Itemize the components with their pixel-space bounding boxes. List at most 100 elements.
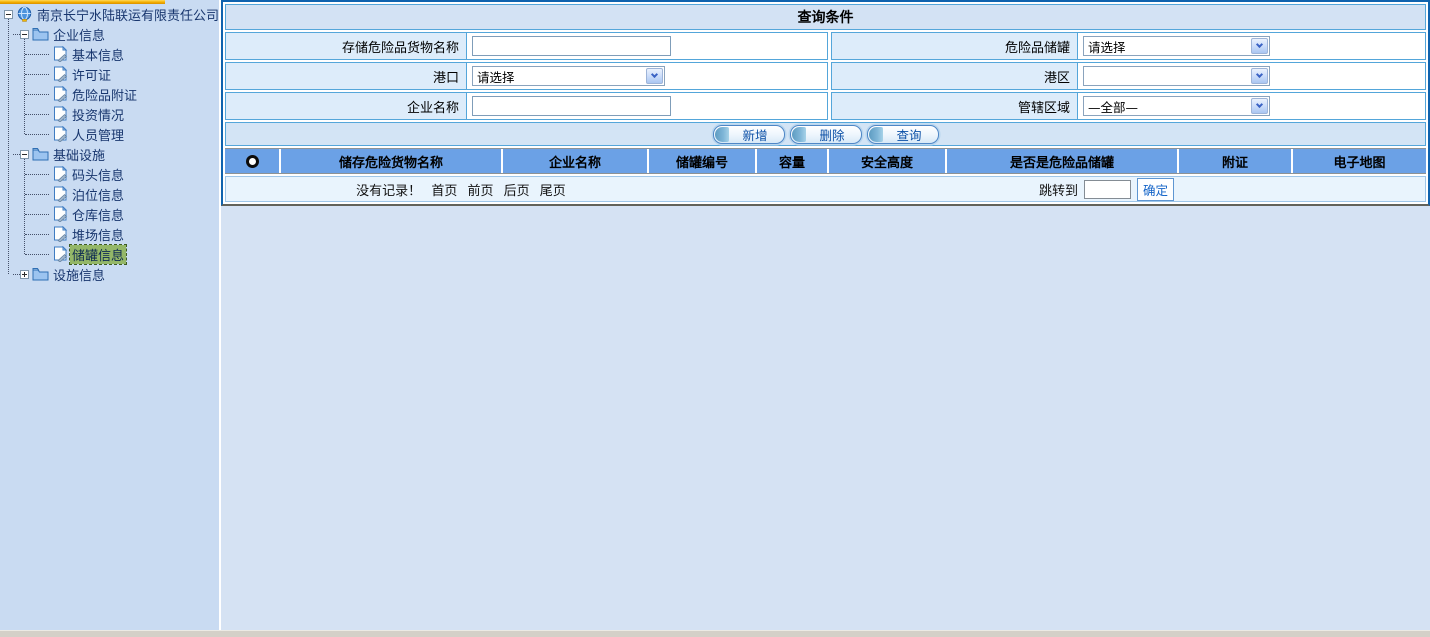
column-header-cargo-name: 储存危险货物名称	[281, 149, 503, 173]
form-input-cell: 请选择	[1078, 33, 1425, 59]
form-cell-group: 企业名称	[225, 92, 828, 120]
sidebar-item-tank-info[interactable]: 储罐信息	[70, 245, 126, 264]
button-accent-block	[792, 127, 806, 142]
org-tree: 南京长宁水陆联运有限责任公司 企业信息 基本信息	[0, 0, 219, 284]
form-cell-group: 港区	[831, 62, 1426, 90]
tank-select-value: 请选择	[1088, 37, 1126, 56]
search-button-label: 查询	[896, 125, 921, 144]
tank-select[interactable]: 请选择	[1083, 36, 1270, 56]
page-title: 查询条件	[798, 7, 854, 27]
sidebar-item-dangerous-goods-cert[interactable]: 危险品附证	[70, 85, 139, 104]
button-accent-block	[715, 127, 729, 142]
tree-leaf-row: 危险品附证	[0, 84, 219, 104]
document-icon	[53, 246, 68, 262]
jump-to-page-group: 跳转到 确定	[1039, 178, 1174, 201]
form-row: 港口 请选择 港区	[225, 62, 1426, 90]
prev-page-link[interactable]: 前页	[467, 184, 493, 199]
folder-icon	[32, 147, 49, 161]
chevron-down-icon[interactable]	[1251, 68, 1268, 84]
next-page-link[interactable]: 后页	[504, 184, 530, 199]
jump-page-input[interactable]	[1084, 180, 1131, 199]
region-select[interactable]: —全部—	[1083, 96, 1270, 116]
sidebar-item-personnel[interactable]: 人员管理	[70, 125, 126, 144]
company-name-input[interactable]	[472, 96, 671, 116]
chevron-down-icon[interactable]	[1251, 38, 1268, 54]
tree-group-row: 设施信息	[0, 264, 219, 284]
add-button[interactable]: 新增	[713, 125, 785, 144]
collapse-minus-icon[interactable]	[20, 30, 29, 39]
port-select[interactable]: 请选择	[472, 66, 665, 86]
select-all-column-header[interactable]	[225, 149, 281, 173]
sidebar-item-infrastructure[interactable]: 基础设施	[51, 145, 107, 164]
form-row: 企业名称 管辖区域 —全部—	[225, 92, 1426, 120]
sidebar-item-license[interactable]: 许可证	[70, 65, 113, 84]
sidebar-item-wharf-info[interactable]: 码头信息	[70, 165, 126, 184]
tree-leaf-row: 码头信息	[0, 164, 219, 184]
globe-icon	[16, 6, 33, 23]
form-input-cell	[1078, 63, 1425, 89]
sidebar-item-investment[interactable]: 投资情况	[70, 105, 126, 124]
document-icon	[53, 86, 68, 102]
form-cell-group: 管辖区域 —全部—	[831, 92, 1426, 120]
column-header-tank-number: 储罐编号	[649, 149, 757, 173]
port-label: 港口	[226, 63, 467, 89]
button-accent-block	[869, 127, 883, 142]
first-page-link[interactable]: 首页	[431, 184, 457, 199]
add-button-label: 新增	[742, 125, 767, 144]
sidebar-item-berth-info[interactable]: 泊位信息	[70, 185, 126, 204]
column-header-emap: 电子地图	[1293, 149, 1426, 173]
document-icon	[53, 166, 68, 182]
port-area-select[interactable]	[1083, 66, 1270, 86]
document-icon	[53, 206, 68, 222]
tree-leaf-row: 投资情况	[0, 104, 219, 124]
form-cell-group: 存储危险品货物名称	[225, 32, 828, 60]
collapse-minus-icon[interactable]	[20, 150, 29, 159]
port-select-value: 请选择	[477, 67, 515, 86]
sidebar-item-basic-info[interactable]: 基本信息	[70, 45, 126, 64]
delete-button[interactable]: 删除	[790, 125, 862, 144]
form-input-cell	[467, 93, 827, 119]
action-button-bar: 新增 删除 查询	[225, 122, 1426, 146]
document-icon	[53, 106, 68, 122]
jump-to-label: 跳转到	[1039, 180, 1078, 199]
form-input-cell: —全部—	[1078, 93, 1425, 119]
document-icon	[53, 226, 68, 242]
gold-accent-strip	[0, 0, 165, 4]
tree-group-row: 基础设施	[0, 144, 219, 164]
chevron-down-icon[interactable]	[646, 68, 663, 84]
document-icon	[53, 186, 68, 202]
sidebar-item-facility-info[interactable]: 设施信息	[51, 265, 107, 284]
form-input-cell	[467, 33, 827, 59]
region-select-value: —全部—	[1088, 97, 1138, 116]
confirm-button[interactable]: 确定	[1137, 178, 1174, 201]
tree-leaf-row: 仓库信息	[0, 204, 219, 224]
query-panel: 查询条件 存储危险品货物名称 危险品储罐 请选择 港口 请选择	[221, 0, 1430, 206]
tree-group-row: 企业信息	[0, 24, 219, 44]
search-button[interactable]: 查询	[867, 125, 939, 144]
horizontal-scrollbar-track[interactable]	[0, 630, 1430, 637]
delete-button-label: 删除	[819, 125, 844, 144]
tree-leaf-row: 泊位信息	[0, 184, 219, 204]
navigation-sidebar: 南京长宁水陆联运有限责任公司 企业信息 基本信息	[0, 0, 219, 630]
form-cell-group: 危险品储罐 请选择	[831, 32, 1426, 60]
cargo-name-input[interactable]	[472, 36, 671, 56]
expand-plus-icon[interactable]	[20, 270, 29, 279]
panel-title-bar: 查询条件	[225, 4, 1426, 30]
tree-leaf-row: 储罐信息	[0, 244, 219, 264]
region-label: 管辖区域	[832, 93, 1078, 119]
results-table-header: 储存危险货物名称 企业名称 储罐编号 容量 安全高度 是否是危险品储罐 附证 电…	[225, 148, 1426, 174]
folder-icon	[32, 267, 49, 281]
document-icon	[53, 46, 68, 62]
tree-root-label[interactable]: 南京长宁水陆联运有限责任公司	[35, 5, 219, 24]
chevron-down-icon[interactable]	[1251, 98, 1268, 114]
sidebar-item-company-info[interactable]: 企业信息	[51, 25, 107, 44]
collapse-minus-icon[interactable]	[4, 10, 13, 19]
last-page-link[interactable]: 尾页	[540, 184, 566, 199]
tree-leaf-row: 人员管理	[0, 124, 219, 144]
form-row: 存储危险品货物名称 危险品储罐 请选择	[225, 32, 1426, 60]
tank-label: 危险品储罐	[832, 33, 1078, 59]
form-cell-group: 港口 请选择	[225, 62, 828, 90]
sidebar-item-yard-info[interactable]: 堆场信息	[70, 225, 126, 244]
pagination-bar: 没有记录！ 首页 前页 后页 尾页 跳转到 确定	[225, 176, 1426, 202]
sidebar-item-warehouse-info[interactable]: 仓库信息	[70, 205, 126, 224]
